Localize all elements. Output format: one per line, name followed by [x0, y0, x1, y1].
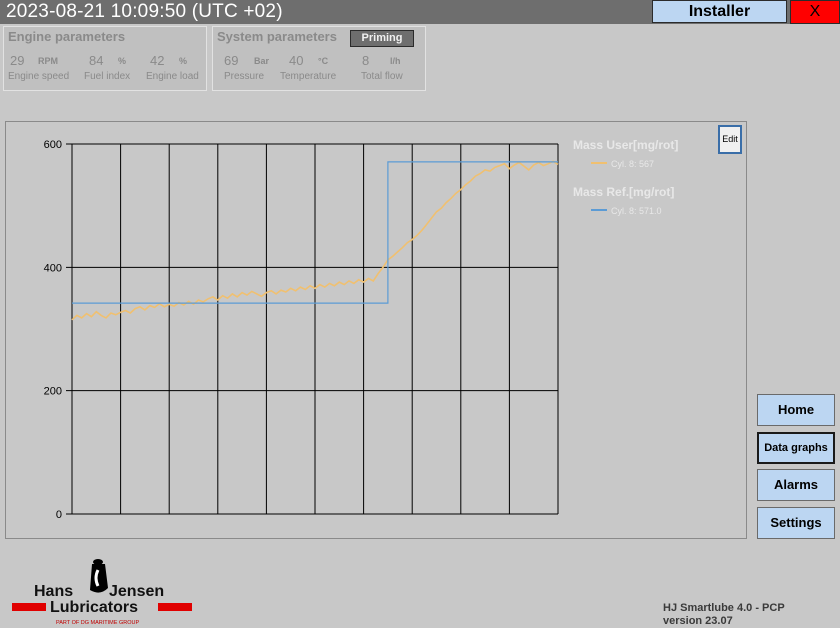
temperature-unit: °C [318, 56, 329, 66]
engine-speed-value: 29 [10, 53, 25, 68]
nav-data-graphs-button[interactable]: Data graphs [757, 432, 835, 464]
fuel-index-label: Fuel index [84, 71, 131, 82]
close-button[interactable]: X [790, 0, 840, 24]
logo-lubricators: Lubricators [50, 599, 138, 616]
hans-jensen-logo: Hans Jensen Lubricators PART OF DG MARIT… [12, 559, 192, 626]
y-tick-label: 600 [44, 139, 62, 151]
pressure-label: Pressure [224, 71, 265, 82]
logo-tagline: PART OF DG MARITIME GROUP [56, 620, 139, 626]
mass-chart: 0 200 400 600 Mass User[mg/rot] Cyl. 8: 567 M… [44, 138, 679, 521]
legend-entry: Cyl. 8: 571.0 [611, 206, 662, 216]
temperature-value: 40 [289, 53, 304, 68]
priming-button[interactable]: Priming [350, 30, 414, 47]
logo-red-bar-right [158, 603, 192, 611]
product-name: HJ Smartlube 4.0 - PCP [663, 602, 785, 614]
pressure-value: 69 [224, 53, 239, 68]
system-parameters-panel: System parameters Priming 69 Bar Pressur… [212, 26, 426, 91]
logo-red-bar-left [12, 603, 46, 611]
engine-speed-unit: RPM [38, 56, 58, 66]
engine-parameters-title: Engine parameters [8, 29, 126, 44]
fuel-index-unit: % [118, 56, 127, 66]
nav-alarms-button[interactable]: Alarms [757, 469, 835, 501]
system-parameters-title: System parameters [217, 29, 337, 44]
logo-jensen: Jensen [109, 583, 164, 600]
engine-load-label: Engine load [146, 71, 199, 82]
y-tick-label: 400 [44, 262, 62, 274]
y-tick-label: 200 [44, 386, 62, 398]
nav-settings-button[interactable]: Settings [757, 507, 835, 539]
total-flow-label: Total flow [361, 71, 403, 82]
logo-hans: Hans [34, 583, 73, 600]
pressure-unit: Bar [254, 56, 270, 66]
engine-parameters-panel: Engine parameters 29 RPM Engine speed 84… [3, 26, 207, 91]
datetime-display: 2023-08-21 10:09:50 (UTC +02) [6, 1, 283, 22]
nav-home-button[interactable]: Home [757, 394, 835, 426]
version-label: version 23.07 [663, 615, 733, 627]
edit-chart-button[interactable]: Edit [718, 125, 742, 154]
engine-speed-label: Engine speed [8, 71, 70, 82]
installer-button[interactable]: Installer [652, 0, 787, 23]
oilcan-icon [90, 559, 108, 593]
fuel-index-value: 84 [89, 53, 104, 68]
legend-entry: Cyl. 8: 567 [611, 159, 654, 169]
temperature-label: Temperature [280, 71, 337, 82]
total-flow-unit: l/h [390, 56, 401, 66]
data-graph-panel: 0 200 400 600 Mass User[mg/rot] Cyl. 8: 567 M… [5, 121, 747, 539]
engine-load-value: 42 [150, 53, 165, 68]
legend-title: Mass Ref.[mg/rot] [573, 185, 674, 199]
engine-load-unit: % [179, 56, 188, 66]
total-flow-value: 8 [362, 53, 370, 68]
legend-title: Mass User[mg/rot] [573, 138, 678, 152]
y-tick-label: 0 [56, 509, 62, 521]
